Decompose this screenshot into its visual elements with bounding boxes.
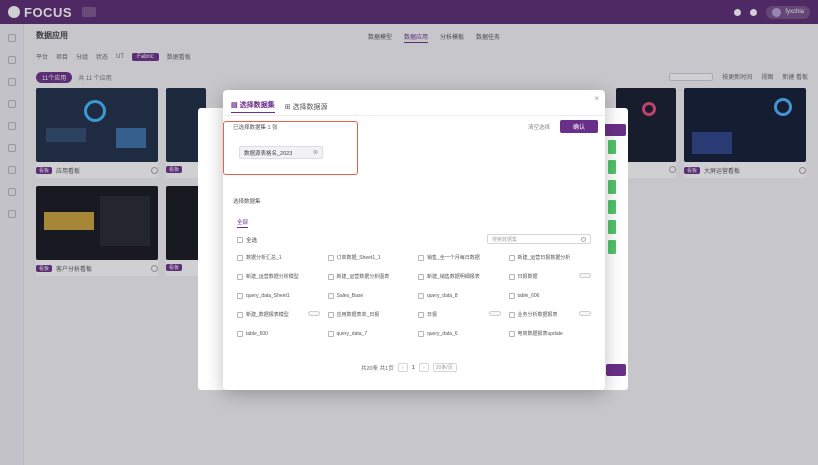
dataset-item[interactable]: 新建_数据报表模型 bbox=[237, 309, 322, 320]
item-label: Sales_Base bbox=[336, 292, 364, 299]
selection-highlight bbox=[223, 121, 358, 175]
clear-selection-link[interactable]: 清空选择 bbox=[528, 123, 550, 131]
item-label: 应用数据表单_日报 bbox=[336, 312, 380, 318]
item-label: 销售_全一个月每日数据 bbox=[427, 255, 480, 261]
dataset-item[interactable]: 数据分析汇总_1 bbox=[237, 252, 322, 263]
under-panel-footer-button[interactable] bbox=[606, 364, 626, 376]
tag-pill bbox=[579, 273, 591, 278]
source-icon: ⊞ bbox=[284, 103, 291, 111]
dataset-search-input[interactable]: 搜索数据集 bbox=[487, 234, 591, 244]
dataset-item[interactable]: 日报数据 bbox=[508, 271, 594, 282]
checkbox[interactable] bbox=[508, 311, 515, 318]
checkbox[interactable] bbox=[508, 292, 515, 299]
item-label: table_600 bbox=[246, 330, 268, 337]
checkbox[interactable] bbox=[237, 254, 243, 261]
dataset-item[interactable]: 电商数据报表update bbox=[508, 328, 594, 339]
item-label: 数据分析汇总_1 bbox=[246, 255, 282, 261]
item-label: 新建_运营日报数据分析 bbox=[517, 255, 571, 261]
tab-all[interactable]: 全部 bbox=[237, 218, 249, 228]
tag-pill bbox=[488, 311, 501, 316]
status-indicator bbox=[608, 240, 616, 254]
checkbox[interactable] bbox=[418, 292, 424, 299]
checkbox[interactable] bbox=[327, 273, 334, 280]
item-label: 业务分析数据报表 bbox=[517, 312, 558, 318]
dataset-item[interactable]: 应用数据表单_日报 bbox=[327, 309, 413, 320]
tag-pill bbox=[579, 311, 591, 316]
dataset-item[interactable]: 新建_销售数据明细报表 bbox=[418, 271, 503, 282]
divider bbox=[223, 115, 605, 116]
item-label: query_data_7 bbox=[336, 330, 368, 337]
checkbox[interactable] bbox=[237, 311, 243, 318]
dataset-item[interactable]: 销售_全一个月每日数据 bbox=[418, 252, 503, 263]
tab-label: 选择数据集 bbox=[239, 102, 275, 109]
checkbox[interactable] bbox=[508, 254, 515, 261]
tab-select-source[interactable]: ⊞ 选择数据源 bbox=[285, 100, 328, 113]
modal-tabs: ▤ 选择数据集 ⊞ 选择数据源 bbox=[231, 100, 328, 113]
dataset-item[interactable]: table_606 bbox=[508, 290, 594, 301]
checkbox[interactable] bbox=[327, 311, 334, 318]
status-indicator bbox=[608, 180, 616, 194]
item-label: 新建_销售数据明细报表 bbox=[427, 274, 480, 280]
checkbox[interactable] bbox=[327, 292, 334, 299]
dataset-item[interactable]: Sales_Base bbox=[327, 290, 413, 301]
status-indicator bbox=[608, 160, 616, 174]
dataset-item[interactable]: 新建_运营日报数据分析 bbox=[508, 252, 594, 263]
checkbox[interactable] bbox=[418, 330, 424, 337]
section-label: 选择数据集 bbox=[233, 199, 261, 205]
checkbox[interactable] bbox=[508, 330, 515, 337]
pagination: 共20条 共1页 ‹ 1 › 20条/页 bbox=[361, 363, 457, 372]
dataset-item[interactable]: query_data_Sheet1 bbox=[237, 290, 322, 301]
dataset-item[interactable]: table_600 bbox=[237, 328, 322, 339]
checkbox[interactable] bbox=[508, 273, 515, 280]
dataset-item[interactable]: 日报 bbox=[418, 309, 503, 320]
checkbox[interactable] bbox=[327, 254, 334, 261]
checkbox[interactable] bbox=[237, 237, 243, 243]
page-size-select[interactable]: 20条/页 bbox=[432, 363, 457, 372]
tag-pill bbox=[307, 311, 320, 316]
dataset-item[interactable]: 订单数据_Sheet1_1 bbox=[327, 252, 413, 263]
item-label: 新建_数据报表模型 bbox=[246, 312, 289, 318]
pager-total: 共20条 共1页 bbox=[361, 365, 394, 372]
item-label: table_606 bbox=[517, 292, 540, 299]
item-label: 日报 bbox=[427, 312, 438, 318]
under-panel-button[interactable] bbox=[604, 124, 626, 136]
status-indicator bbox=[608, 220, 616, 234]
next-page-button[interactable]: › bbox=[418, 363, 429, 372]
status-indicator bbox=[608, 140, 616, 154]
tab-label: 选择数据源 bbox=[292, 103, 328, 111]
dataset-list: 数据分析汇总_1 订单数据_Sheet1_1 销售_全一个月每日数据 新建_运营… bbox=[237, 252, 593, 339]
item-label: query_data_Sheet1 bbox=[246, 292, 290, 299]
dataset-item[interactable]: 业务分析数据报表 bbox=[508, 309, 594, 320]
dataset-item[interactable]: query_data_7 bbox=[327, 328, 413, 339]
select-all-label: 全选 bbox=[246, 238, 258, 244]
prev-page-button[interactable]: ‹ bbox=[397, 363, 408, 372]
page-number[interactable]: 1 bbox=[412, 365, 415, 371]
search-placeholder: 搜索数据集 bbox=[492, 236, 518, 243]
close-icon[interactable]: × bbox=[594, 94, 599, 103]
item-label: 新建_运营数据分析图表 bbox=[336, 274, 390, 280]
item-label: query_data_6 bbox=[427, 330, 458, 337]
item-label: 新建_运营数据分析模型 bbox=[246, 274, 299, 280]
checkbox[interactable] bbox=[418, 254, 424, 261]
dataset-item[interactable]: query_data_6 bbox=[418, 328, 503, 339]
dataset-item[interactable]: 新建_运营数据分析模型 bbox=[237, 271, 322, 282]
tab-select-dataset[interactable]: ▤ 选择数据集 bbox=[231, 100, 275, 113]
checkbox[interactable] bbox=[237, 292, 243, 299]
item-label: 订单数据_Sheet1_1 bbox=[336, 255, 381, 261]
checkbox[interactable] bbox=[418, 311, 424, 318]
item-label: 日报数据 bbox=[517, 274, 538, 280]
checkbox[interactable] bbox=[237, 273, 243, 280]
checkbox[interactable] bbox=[418, 273, 424, 280]
dataset-icon: ▤ bbox=[231, 102, 238, 109]
search-icon bbox=[581, 236, 586, 242]
item-label: query_data_8 bbox=[427, 292, 458, 299]
select-all-checkbox[interactable]: 全选 bbox=[237, 236, 257, 244]
checkbox[interactable] bbox=[237, 330, 243, 337]
status-indicator bbox=[608, 200, 616, 214]
checkbox[interactable] bbox=[327, 330, 334, 337]
item-label: 电商数据报表update bbox=[517, 331, 563, 337]
dataset-item[interactable]: 新建_运营数据分析图表 bbox=[327, 271, 413, 282]
confirm-button[interactable]: 确认 bbox=[560, 120, 598, 133]
dataset-item[interactable]: query_data_8 bbox=[418, 290, 503, 301]
